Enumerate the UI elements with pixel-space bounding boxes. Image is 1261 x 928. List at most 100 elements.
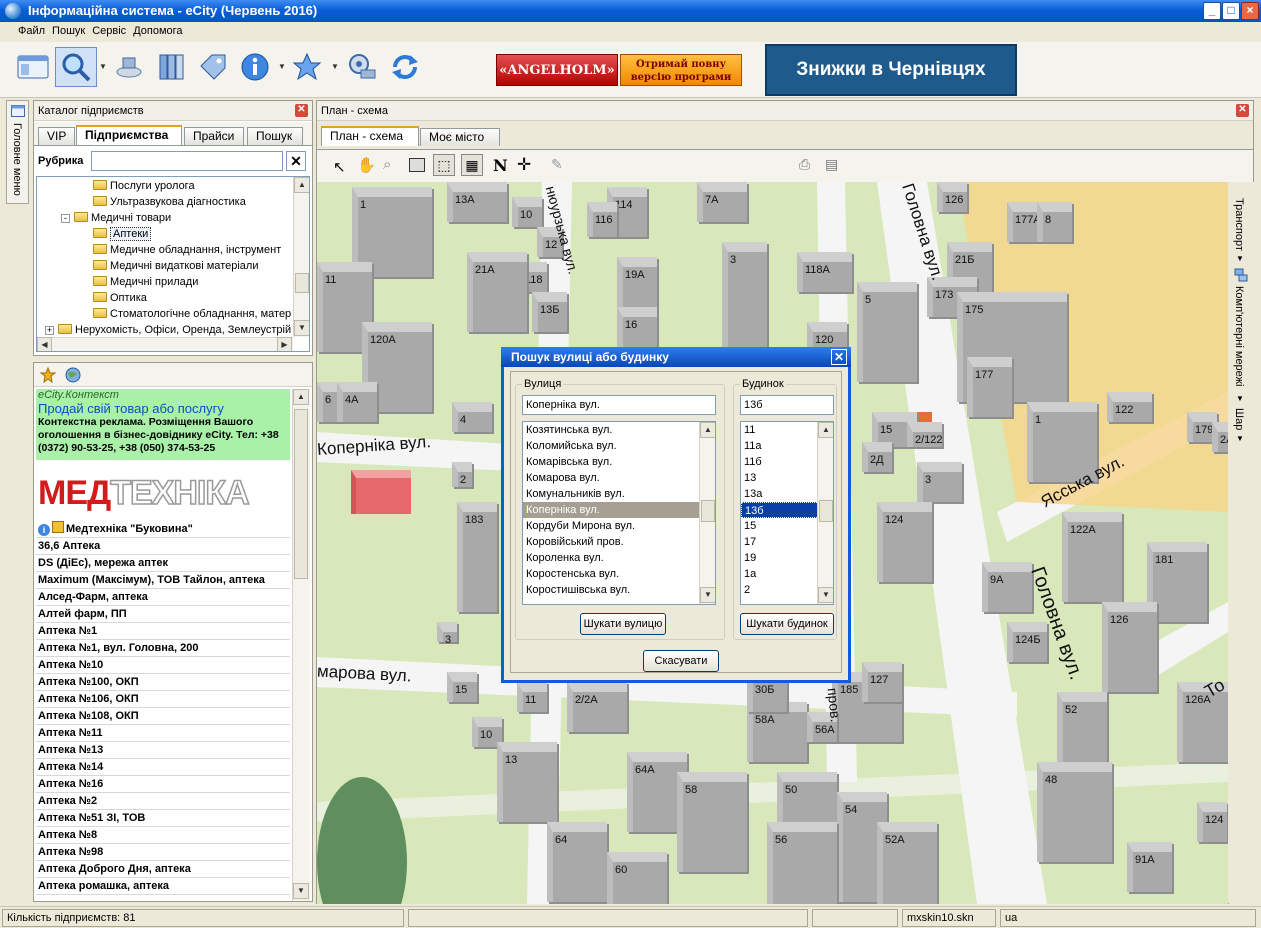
map-building[interactable]: 118А xyxy=(797,252,852,292)
scroll-down-arrow[interactable]: ▼ xyxy=(818,587,833,603)
company-row[interactable]: Алтей фарм, ПП xyxy=(36,606,290,623)
scroll-down-arrow[interactable]: ▼ xyxy=(700,587,715,603)
company-row[interactable]: Аптека №13 xyxy=(36,742,290,759)
company-row[interactable]: Алсед-Фарм, аптека xyxy=(36,589,290,606)
print-preview-icon[interactable]: ▤ xyxy=(825,156,838,173)
scroll-up-arrow[interactable]: ▲ xyxy=(294,177,309,193)
scroll-down-arrow[interactable]: ▼ xyxy=(293,883,309,899)
menu-service[interactable]: Сервіс xyxy=(88,22,129,37)
company-row[interactable]: Аптека №14 xyxy=(36,759,290,776)
tab-vip[interactable]: VIP xyxy=(38,127,76,145)
map-building[interactable]: 48 xyxy=(1037,762,1112,862)
context-ad-block[interactable]: eCity.Контекст Продай свій товар або пос… xyxy=(36,389,290,460)
scroll-thumb[interactable] xyxy=(819,500,833,522)
map-building[interactable]: 13Б xyxy=(532,292,567,332)
collapse-icon[interactable]: - xyxy=(61,214,70,223)
tree-hscrollbar[interactable]: ◀ ▶ xyxy=(37,337,293,351)
street-list-item[interactable]: Коровійський пров. xyxy=(523,534,715,550)
rubric-input[interactable] xyxy=(91,151,283,171)
company-row[interactable]: Аптека №100, ОКП xyxy=(36,674,290,691)
globe-icon[interactable] xyxy=(65,367,81,383)
tree-item-real-estate[interactable]: + Нерухомість, Офіси, Оренда, Землеустрій xyxy=(45,322,291,338)
transport-arrow-icon[interactable]: ▼ xyxy=(1236,254,1244,263)
map-view-2d-icon[interactable] xyxy=(409,158,425,172)
ruler-icon[interactable]: ✎ xyxy=(551,156,563,173)
company-row[interactable]: Аптека №2 xyxy=(36,793,290,810)
grid-layers-icon[interactable]: ▦ xyxy=(461,154,483,176)
menu-file[interactable]: Файл xyxy=(14,22,48,37)
tree-item[interactable]: Медичні прилади xyxy=(93,274,198,290)
full-version-banner[interactable]: Отримай повну версію програми xyxy=(620,54,742,86)
maximize-button[interactable]: □ xyxy=(1222,2,1240,20)
map-building[interactable]: 2/122 xyxy=(907,422,943,447)
company-row[interactable]: Аптека №11 xyxy=(36,725,290,742)
map-building[interactable]: 2Д xyxy=(862,442,892,472)
map-building[interactable]: 122А xyxy=(1062,512,1122,602)
street-list-scrollbar[interactable]: ▲ ▼ xyxy=(699,422,715,604)
tree-item-pharmacies[interactable]: Аптеки xyxy=(93,226,152,242)
company-row[interactable]: DS (ДіЕс), мережа аптек xyxy=(36,555,290,572)
company-row[interactable]: i Медтехніка "Буковина" xyxy=(36,521,290,538)
map-building[interactable]: 126 xyxy=(1102,602,1157,692)
satellite-icon[interactable] xyxy=(112,50,146,84)
window-layout-icon[interactable] xyxy=(16,50,50,84)
street-list-item[interactable]: Коперніка вул. xyxy=(523,502,715,518)
company-row[interactable]: Аптека ромашка, аптека xyxy=(36,878,290,895)
networks-arrow-icon[interactable]: ▼ xyxy=(1236,394,1244,403)
map-building[interactable]: 116 xyxy=(587,202,617,237)
street-list-item[interactable]: Короленка вул. xyxy=(523,550,715,566)
search-dropdown-arrow[interactable]: ▼ xyxy=(99,62,107,72)
company-row[interactable]: Аптека №98 xyxy=(36,844,290,861)
scroll-up-arrow[interactable]: ▲ xyxy=(818,422,833,438)
house-list-scrollbar[interactable]: ▲ ▼ xyxy=(817,422,833,604)
map-building[interactable]: 183 xyxy=(457,502,497,612)
find-house-button[interactable]: Шукати будинок xyxy=(740,613,834,635)
street-list-item[interactable]: Коломийська вул. xyxy=(523,438,715,454)
clear-rubric-icon[interactable]: ✕ xyxy=(286,151,306,171)
favorite-star-icon[interactable] xyxy=(40,367,56,383)
binders-icon[interactable] xyxy=(155,50,189,84)
map-building[interactable]: 13А xyxy=(447,182,507,222)
street-list-item[interactable]: Комарова вул. xyxy=(523,470,715,486)
map-building[interactable]: 58 xyxy=(677,772,747,872)
map-building[interactable]: 177 xyxy=(967,357,1012,417)
highlighted-building[interactable] xyxy=(351,470,411,514)
house-input[interactable]: 13б xyxy=(740,395,834,415)
map-building[interactable]: 52А xyxy=(877,822,937,904)
map-building[interactable]: 2/2А xyxy=(567,682,627,732)
find-street-button[interactable]: Шукати вулицю xyxy=(580,613,666,635)
map-building[interactable]: 177А xyxy=(1007,202,1041,242)
company-row[interactable]: Аптека №108, ОКП xyxy=(36,708,290,725)
map-building[interactable]: 126 xyxy=(937,182,967,212)
street-list-item[interactable]: Козятинська вул. xyxy=(523,422,715,438)
map-building[interactable]: 15 xyxy=(447,672,477,702)
map-building[interactable]: 4А xyxy=(337,382,377,422)
map-building[interactable]: 2 xyxy=(452,462,472,487)
film-reel-icon[interactable] xyxy=(345,50,379,84)
medtekhnika-logo[interactable]: МЕДТЕХНІКА xyxy=(38,473,288,513)
map-building[interactable]: 60 xyxy=(607,852,667,904)
street-list-item[interactable]: Комунальників вул. xyxy=(523,486,715,502)
map-building[interactable]: 124Б xyxy=(1007,622,1047,662)
close-button[interactable]: × xyxy=(1241,2,1259,20)
scroll-right-arrow[interactable]: ▶ xyxy=(277,337,292,351)
scroll-up-arrow[interactable]: ▲ xyxy=(700,422,715,438)
map-building[interactable]: 9А xyxy=(982,562,1032,612)
pointer-arrow-icon[interactable]: ↖ xyxy=(333,158,346,176)
map-building[interactable]: 3 xyxy=(917,462,962,502)
star-dropdown-arrow[interactable]: ▼ xyxy=(331,62,339,72)
tab-search[interactable]: Пошук xyxy=(247,127,303,145)
street-list-item[interactable]: Коростенська вул. xyxy=(523,566,715,582)
dialog-close-icon[interactable]: ✕ xyxy=(831,349,847,365)
catalog-close-icon[interactable]: ✕ xyxy=(295,104,308,117)
tree-item[interactable]: Оптика xyxy=(93,290,147,306)
map-building[interactable]: 127 xyxy=(862,662,902,702)
menu-help[interactable]: Допомога xyxy=(129,22,185,37)
angelholm-banner[interactable]: «ANGELHOLM» xyxy=(496,54,618,86)
map-building[interactable]: 5 xyxy=(857,282,917,382)
minimize-button[interactable]: _ xyxy=(1203,2,1221,20)
transport-tab[interactable]: Транспорт xyxy=(1233,198,1245,251)
street-list[interactable]: Козятинська вул. Коломийська вул. Комарівс… xyxy=(522,421,716,605)
tree-item[interactable]: Ультразвукова діагностика xyxy=(93,194,246,210)
company-row[interactable]: Аптека Доброго Дня, аптека xyxy=(36,861,290,878)
